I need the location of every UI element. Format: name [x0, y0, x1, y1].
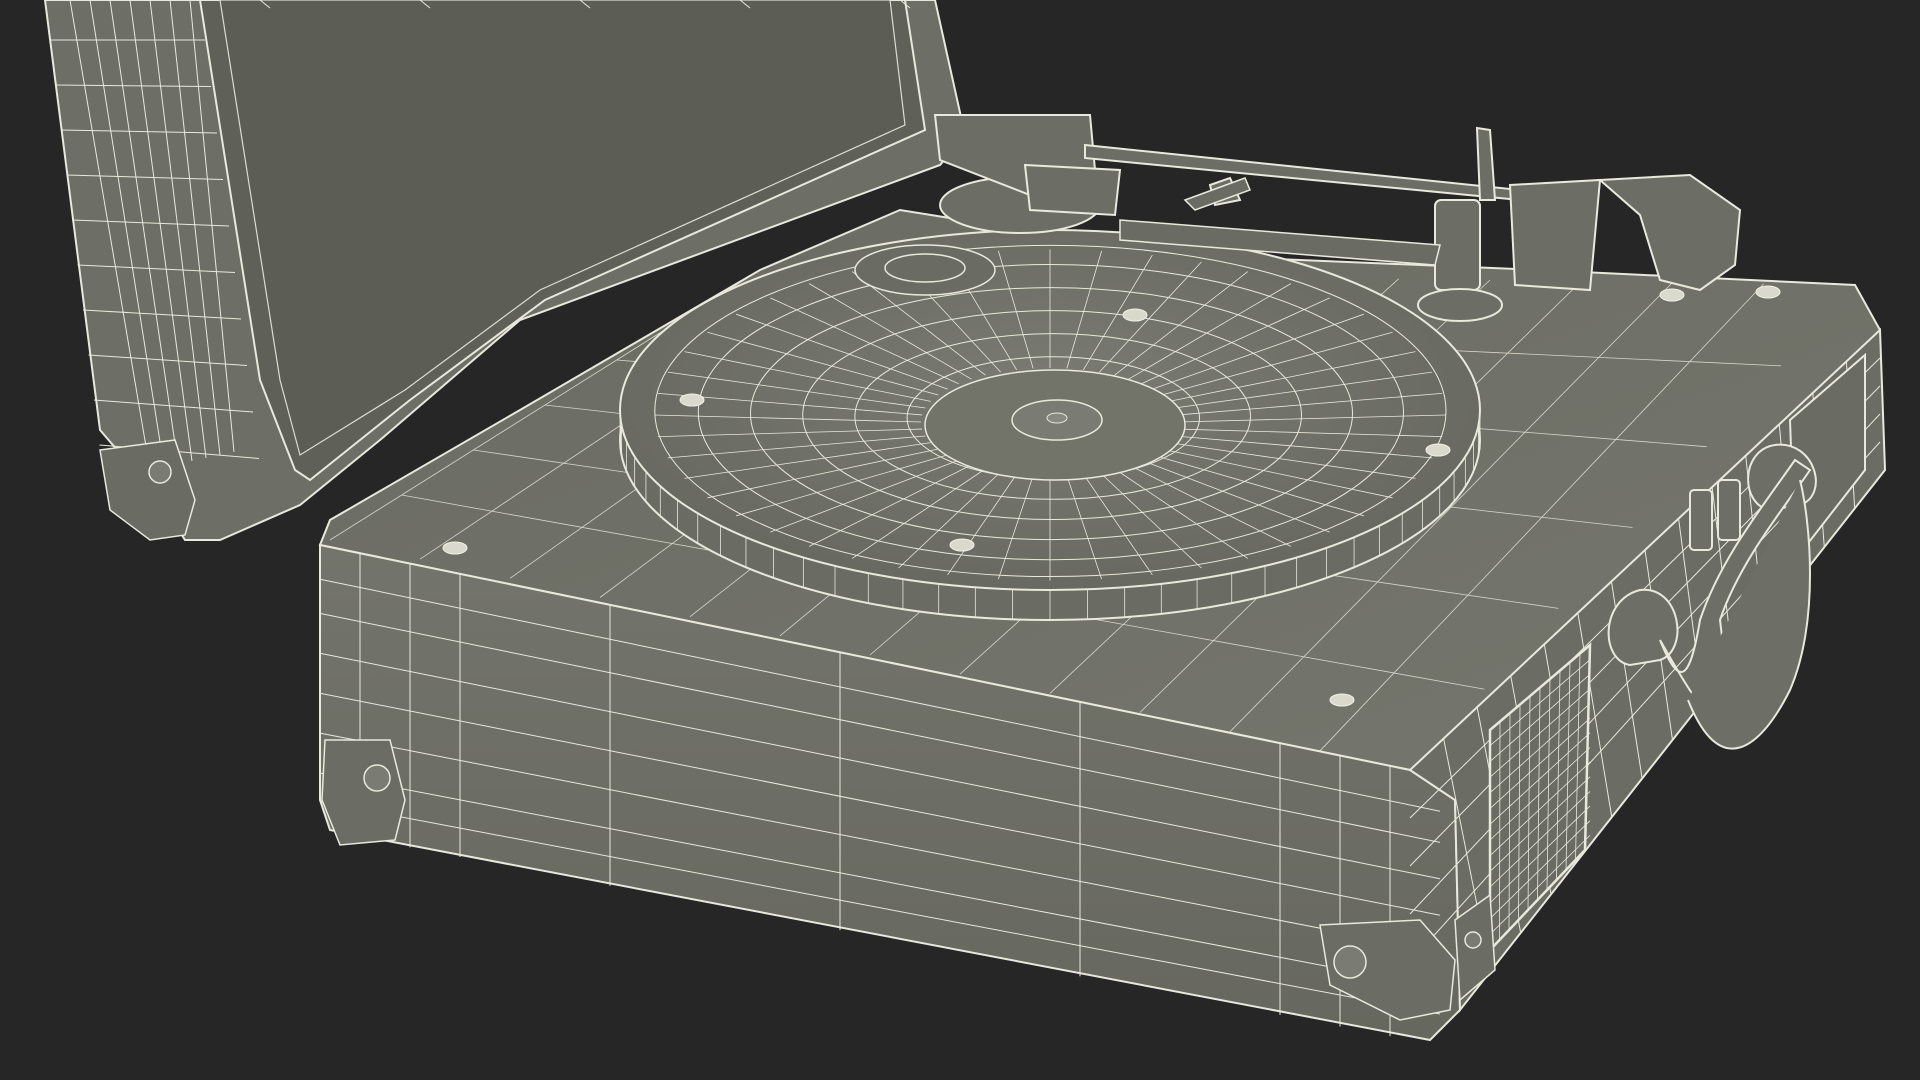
screw [1425, 443, 1451, 457]
lid-corner-rivet [148, 460, 172, 484]
render-viewport [0, 0, 1920, 1080]
screw [1329, 693, 1355, 707]
screw [1659, 288, 1685, 302]
lid-corner-cap [99, 439, 196, 541]
screw [679, 393, 705, 407]
screw [1755, 285, 1781, 299]
record-player-render [43, 0, 1887, 1042]
screw [442, 541, 468, 555]
screw [1122, 308, 1148, 322]
platter [619, 229, 1481, 621]
screw [949, 538, 975, 552]
spindle-cap [1046, 412, 1068, 424]
